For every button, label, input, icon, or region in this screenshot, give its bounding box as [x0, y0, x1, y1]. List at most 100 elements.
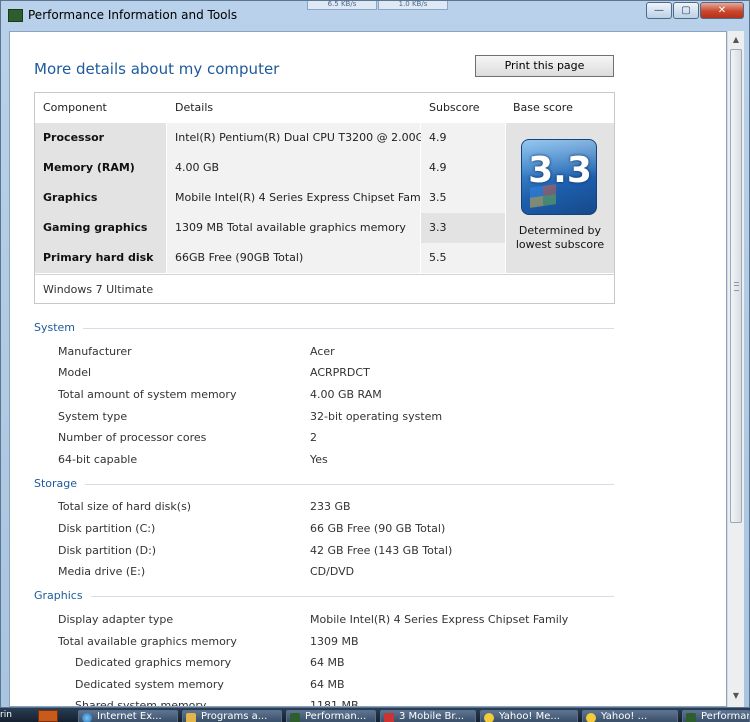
taskbar-item[interactable]: Yahoo! ... — [582, 710, 678, 722]
list-item: Total available graphics memory 1309 MB — [34, 635, 634, 651]
yahoo-messenger-icon — [586, 713, 596, 722]
component-subscore: 5.5 — [421, 243, 505, 273]
section-title: Graphics — [34, 589, 91, 602]
component-subscore: 4.9 — [421, 153, 505, 183]
header-component: Component — [43, 101, 107, 114]
taskbar-app-icon[interactable] — [38, 710, 58, 722]
detail-label: Media drive (E:) — [58, 565, 146, 578]
list-item: Total amount of system memory 4.00 GB RAM — [34, 388, 634, 404]
detail-value: 42 GB Free (143 GB Total) — [310, 544, 453, 557]
taskbar: rin Internet Ex... Programs a... Perform… — [0, 708, 750, 722]
detail-value: 64 MB — [310, 656, 345, 669]
vertical-scrollbar[interactable]: ▲ ▼ — [727, 31, 744, 707]
component-details: Intel(R) Pentium(R) Dual CPU T3200 @ 2.0… — [167, 123, 438, 153]
performance-app-icon — [8, 9, 23, 22]
list-item: Media drive (E:) CD/DVD — [34, 565, 634, 581]
component-details: 66GB Free (90GB Total) — [167, 243, 420, 273]
header-base-score: Base score — [513, 101, 573, 114]
component-details: 1309 MB Total available graphics memory — [167, 213, 420, 243]
detail-value: 66 GB Free (90 GB Total) — [310, 522, 446, 535]
list-item: Total size of hard disk(s) 233 GB — [34, 500, 634, 516]
maximize-button[interactable]: ▢ — [673, 2, 699, 19]
folder-icon — [186, 713, 196, 722]
scroll-up-icon[interactable]: ▲ — [729, 32, 743, 48]
list-item: Model ACRPRDCT — [34, 366, 634, 382]
base-score-description: Determined by lowest subscore — [515, 224, 605, 251]
detail-value: 1181 MB — [310, 699, 359, 707]
title-bar[interactable]: Performance Information and Tools 6.5 KB… — [1, 1, 749, 29]
section-title: Storage — [34, 477, 86, 490]
list-item: Number of processor cores 2 — [34, 431, 634, 447]
detail-label: Disk partition (C:) — [58, 522, 156, 535]
taskbar-item[interactable]: Yahoo! Me... — [480, 710, 578, 722]
detail-label: 64-bit capable — [58, 453, 138, 466]
detail-value: ACRPRDCT — [310, 366, 370, 379]
detail-label: Model — [58, 366, 92, 379]
list-item: Manufacturer Acer — [34, 345, 634, 361]
list-item: System type 32-bit operating system — [34, 410, 634, 426]
base-score-badge: 3.3 — [521, 139, 597, 215]
performance-score-table: Component Details Subscore Base score Pr… — [34, 92, 615, 304]
performance-icon — [290, 713, 300, 722]
score-table-header: Component Details Subscore Base score — [35, 93, 614, 123]
detail-value: 1309 MB — [310, 635, 359, 648]
minimize-button[interactable]: — — [646, 2, 672, 19]
component-name: Primary hard disk — [35, 243, 166, 273]
detail-value: 233 GB — [310, 500, 351, 513]
list-item: Disk partition (D:) 42 GB Free (143 GB To… — [34, 544, 634, 560]
detail-value: 4.00 GB RAM — [310, 388, 382, 401]
detail-label: Total amount of system memory — [58, 388, 237, 401]
component-subscore: 3.5 — [421, 183, 505, 213]
list-item: Display adapter type Mobile Intel(R) 4 Se… — [34, 613, 634, 629]
detail-value: CD/DVD — [310, 565, 355, 578]
detail-label: Number of processor cores — [58, 431, 207, 444]
detail-label: Disk partition (D:) — [58, 544, 157, 557]
scrollbar-thumb[interactable] — [730, 49, 742, 523]
taskbar-item[interactable]: 3 Mobile Br... — [380, 710, 476, 722]
scroll-down-icon[interactable]: ▼ — [729, 688, 743, 704]
detail-value: Acer — [310, 345, 335, 358]
detail-value: 32-bit operating system — [310, 410, 443, 423]
grip-icon — [734, 282, 739, 291]
section-graphics-header: Graphics — [34, 589, 614, 603]
detail-label: Dedicated system memory — [75, 678, 224, 691]
section-storage-header: Storage — [34, 477, 614, 491]
window-controls: — ▢ ✕ — [645, 2, 744, 19]
window-title: Performance Information and Tools — [28, 8, 238, 22]
component-name: Memory (RAM) — [35, 153, 166, 183]
print-page-button[interactable]: Print this page — [475, 55, 614, 77]
detail-label: Total size of hard disk(s) — [58, 500, 192, 513]
detail-value: Yes — [310, 453, 328, 466]
detail-label: Manufacturer — [58, 345, 132, 358]
detail-value: 2 — [310, 431, 317, 444]
component-subscore: 4.9 — [421, 123, 505, 153]
taskbar-start-text[interactable]: rin — [0, 710, 14, 722]
component-details: 4.00 GB — [167, 153, 420, 183]
os-edition: Windows 7 Ultimate — [35, 274, 614, 304]
base-score-value: 3.3 — [528, 150, 592, 191]
taskbar-item[interactable]: Internet Ex... — [78, 710, 178, 722]
network-speed-left: 6.5 KB/s — [307, 1, 377, 10]
taskbar-item[interactable]: Performan... — [682, 710, 750, 722]
detail-label: Total available graphics memory — [58, 635, 237, 648]
network-speed-right: 1.0 KB/s — [378, 1, 448, 10]
performance-icon — [686, 713, 696, 722]
list-item: Dedicated graphics memory 64 MB — [34, 656, 634, 672]
header-subscore: Subscore — [429, 101, 480, 114]
list-item: 64-bit capable Yes — [34, 453, 634, 469]
detail-label: System type — [58, 410, 128, 423]
component-subscore-lowest: 3.3 — [421, 213, 505, 243]
taskbar-item[interactable]: Programs a... — [182, 710, 282, 722]
component-name: Processor — [35, 123, 166, 153]
component-name: Gaming graphics — [35, 213, 166, 243]
section-title: System — [34, 321, 84, 334]
list-item: Shared system memory 1181 MB — [34, 699, 634, 707]
section-system-header: System — [34, 321, 614, 335]
component-name: Graphics — [35, 183, 166, 213]
detail-label: Dedicated graphics memory — [75, 656, 232, 669]
detail-value: 64 MB — [310, 678, 345, 691]
content-pane: More details about my computer Print thi… — [9, 31, 727, 707]
yahoo-messenger-icon — [484, 713, 494, 722]
close-button[interactable]: ✕ — [700, 2, 744, 19]
taskbar-item[interactable]: Performan... — [286, 710, 376, 722]
